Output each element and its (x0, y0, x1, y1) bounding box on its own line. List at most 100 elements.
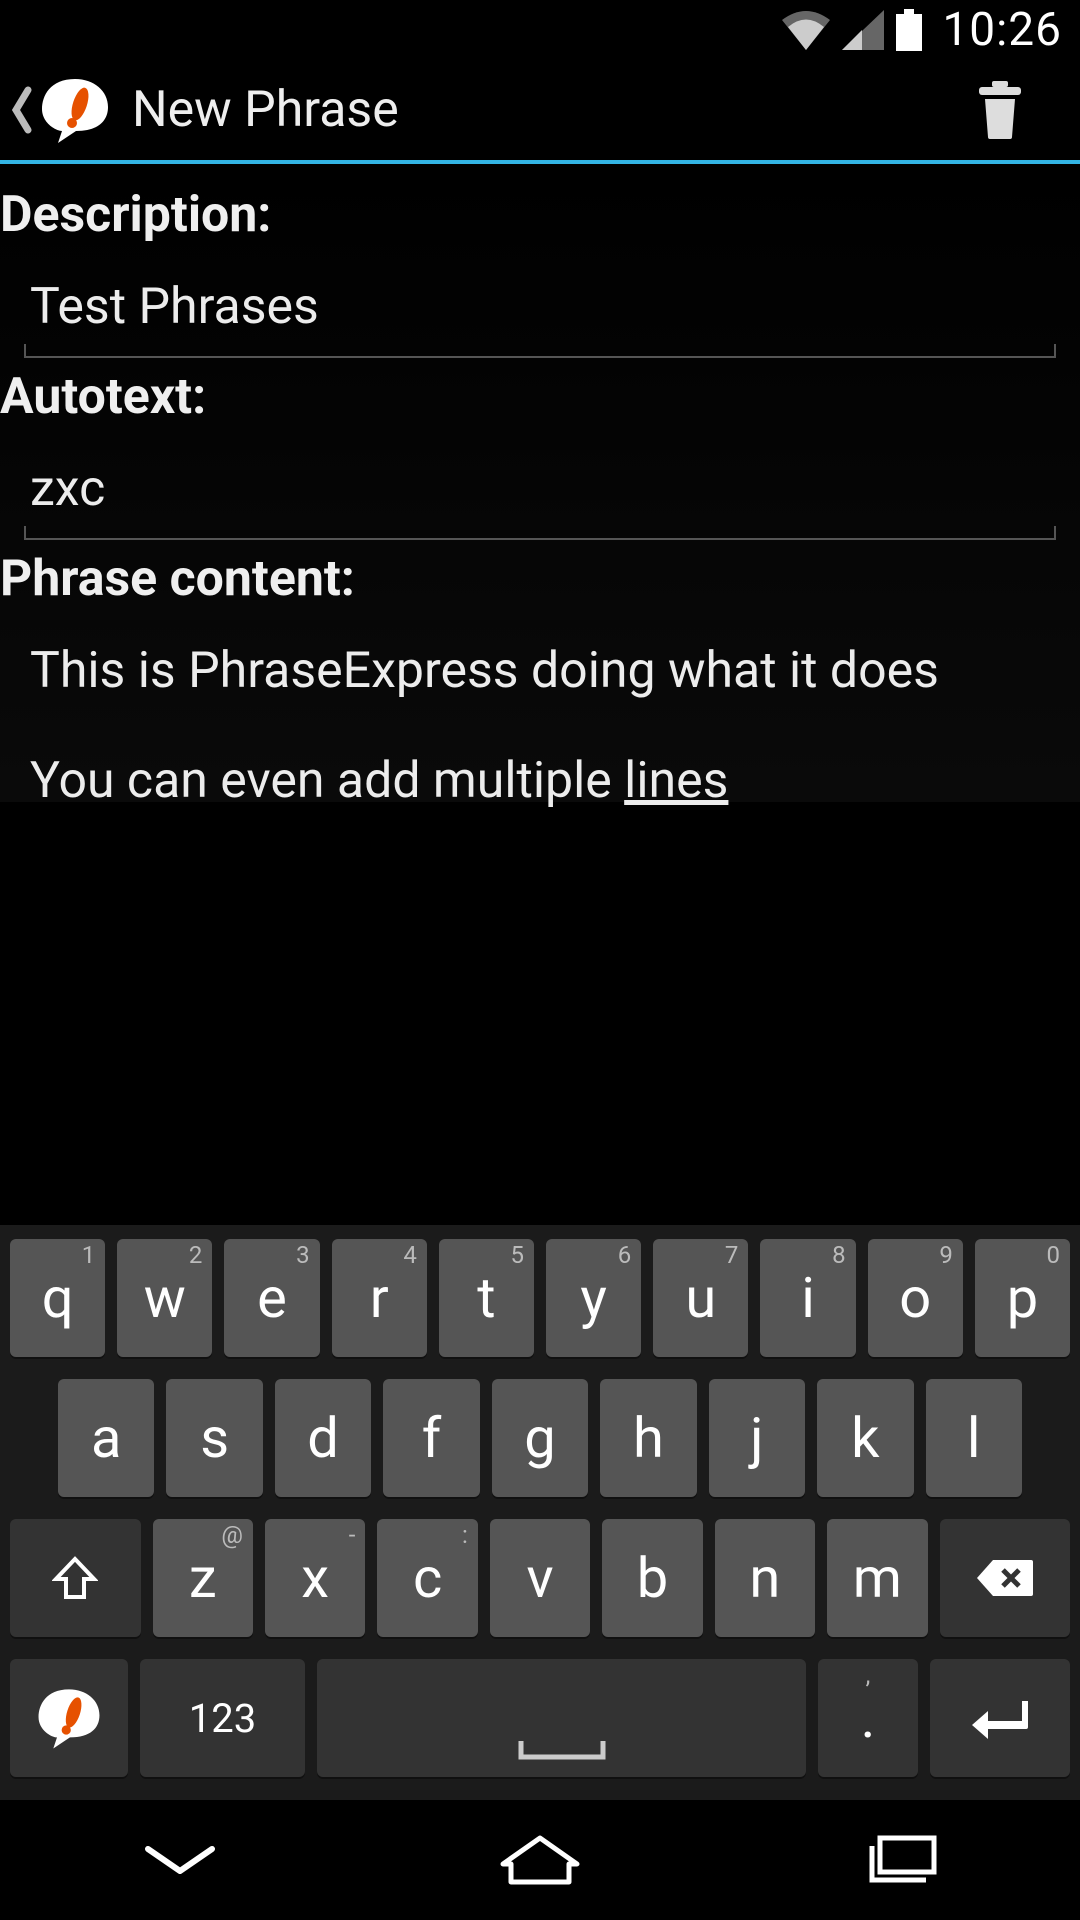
key-w[interactable]: 2w (117, 1239, 212, 1357)
key-c[interactable]: :c (377, 1519, 477, 1637)
key-sup: 5 (511, 1241, 525, 1269)
phrase-line-2-word: lines (624, 752, 728, 810)
key-sup: : (462, 1521, 468, 1549)
key-main: w (144, 1265, 186, 1331)
home-icon (495, 1832, 585, 1888)
key-q[interactable]: 1q (10, 1239, 105, 1357)
chevron-down-icon (140, 1841, 220, 1879)
keyboard-row-2: a s d f g h j k l (10, 1379, 1070, 1497)
soft-keyboard: 1q 2w 3e 4r 5t 6y 7u 8i 9o 0p a s d f g … (0, 1225, 1080, 1800)
key-input-method[interactable] (10, 1659, 128, 1777)
key-main: n (749, 1545, 780, 1611)
key-main: c (413, 1545, 442, 1611)
key-main: x (301, 1545, 329, 1611)
phrase-line-2: You can even add multiple lines (30, 748, 1050, 816)
key-main: b (637, 1545, 668, 1611)
key-main: p (1007, 1265, 1038, 1331)
cell-signal-icon (842, 10, 884, 50)
key-sup: 7 (725, 1241, 739, 1269)
enter-icon (970, 1695, 1030, 1741)
key-d[interactable]: d (275, 1379, 371, 1497)
key-v[interactable]: v (490, 1519, 590, 1637)
key-r[interactable]: 4r (332, 1239, 427, 1357)
key-z[interactable]: @z (153, 1519, 253, 1637)
app-icon[interactable] (36, 71, 114, 149)
app-icon-small (33, 1682, 105, 1754)
clock: 10:26 (934, 3, 1062, 57)
wifi-icon (782, 10, 830, 50)
key-main: d (307, 1405, 339, 1471)
key-period[interactable]: ,. (818, 1659, 918, 1777)
keyboard-row-4: 123 ,. (10, 1659, 1070, 1777)
trash-icon (977, 81, 1023, 139)
key-main: i (801, 1265, 815, 1331)
key-main: r (370, 1265, 389, 1331)
key-l[interactable]: l (926, 1379, 1022, 1497)
key-h[interactable]: h (600, 1379, 696, 1497)
key-a[interactable]: a (58, 1379, 154, 1497)
key-main: j (750, 1405, 763, 1471)
key-main: 123 (189, 1695, 256, 1742)
key-main: . (861, 1685, 876, 1751)
key-main: h (633, 1405, 664, 1471)
key-t[interactable]: 5t (439, 1239, 534, 1357)
back-icon[interactable] (10, 86, 32, 134)
key-g[interactable]: g (492, 1379, 588, 1497)
nav-home-button[interactable] (440, 1820, 640, 1900)
key-y[interactable]: 6y (546, 1239, 641, 1357)
key-main: o (899, 1265, 931, 1331)
key-main: l (967, 1405, 981, 1471)
key-k[interactable]: k (817, 1379, 913, 1497)
key-main: g (524, 1405, 555, 1471)
page-title: New Phrase (132, 81, 970, 139)
key-n[interactable]: n (715, 1519, 815, 1637)
key-main: u (685, 1265, 716, 1331)
key-space[interactable] (317, 1659, 806, 1777)
autotext-input[interactable]: zxc (24, 434, 1056, 540)
key-backspace[interactable] (940, 1519, 1071, 1637)
key-b[interactable]: b (602, 1519, 702, 1637)
key-shift[interactable] (10, 1519, 141, 1637)
nav-recent-button[interactable] (800, 1820, 1000, 1900)
key-sup: 9 (939, 1241, 953, 1269)
description-label: Description: (0, 176, 1080, 252)
key-sup: 4 (403, 1241, 417, 1269)
key-main: e (257, 1265, 287, 1331)
key-e[interactable]: 3e (224, 1239, 319, 1357)
key-sup: 3 (296, 1241, 310, 1269)
description-input[interactable]: Test Phrases (24, 252, 1056, 358)
key-u[interactable]: 7u (653, 1239, 748, 1357)
key-x[interactable]: -x (265, 1519, 365, 1637)
key-main: q (42, 1265, 74, 1331)
system-nav-bar (0, 1800, 1080, 1920)
key-sup: 6 (618, 1241, 632, 1269)
key-o[interactable]: 9o (868, 1239, 963, 1357)
key-sup: - (349, 1521, 356, 1549)
key-sup: , (866, 1661, 871, 1689)
autotext-label: Autotext: (0, 358, 1080, 434)
key-sup: @ (221, 1521, 243, 1549)
nav-back-button[interactable] (80, 1820, 280, 1900)
delete-button[interactable] (970, 75, 1030, 145)
key-p[interactable]: 0p (975, 1239, 1070, 1357)
phrase-content-label: Phrase content: (0, 540, 1080, 616)
phrase-content-input[interactable]: This is PhraseExpress doing what it does… (0, 616, 1080, 815)
key-j[interactable]: j (709, 1379, 805, 1497)
recent-apps-icon (860, 1832, 940, 1888)
key-numeric[interactable]: 123 (140, 1659, 305, 1777)
key-enter[interactable] (930, 1659, 1070, 1777)
backspace-icon (975, 1558, 1035, 1598)
key-m[interactable]: m (827, 1519, 927, 1637)
battery-icon (896, 9, 922, 51)
key-f[interactable]: f (383, 1379, 479, 1497)
phrase-line-1: This is PhraseExpress doing what it does (30, 638, 1050, 706)
form-area: Description: Test Phrases Autotext: zxc … (0, 164, 1080, 802)
keyboard-row-3: @z -x :c v b n m (10, 1519, 1070, 1637)
shift-icon (52, 1555, 98, 1601)
key-main: m (853, 1545, 902, 1611)
key-i[interactable]: 8i (760, 1239, 855, 1357)
key-main: k (851, 1405, 879, 1471)
status-bar: 10:26 (0, 0, 1080, 60)
key-s[interactable]: s (166, 1379, 262, 1497)
key-main: v (526, 1545, 553, 1611)
